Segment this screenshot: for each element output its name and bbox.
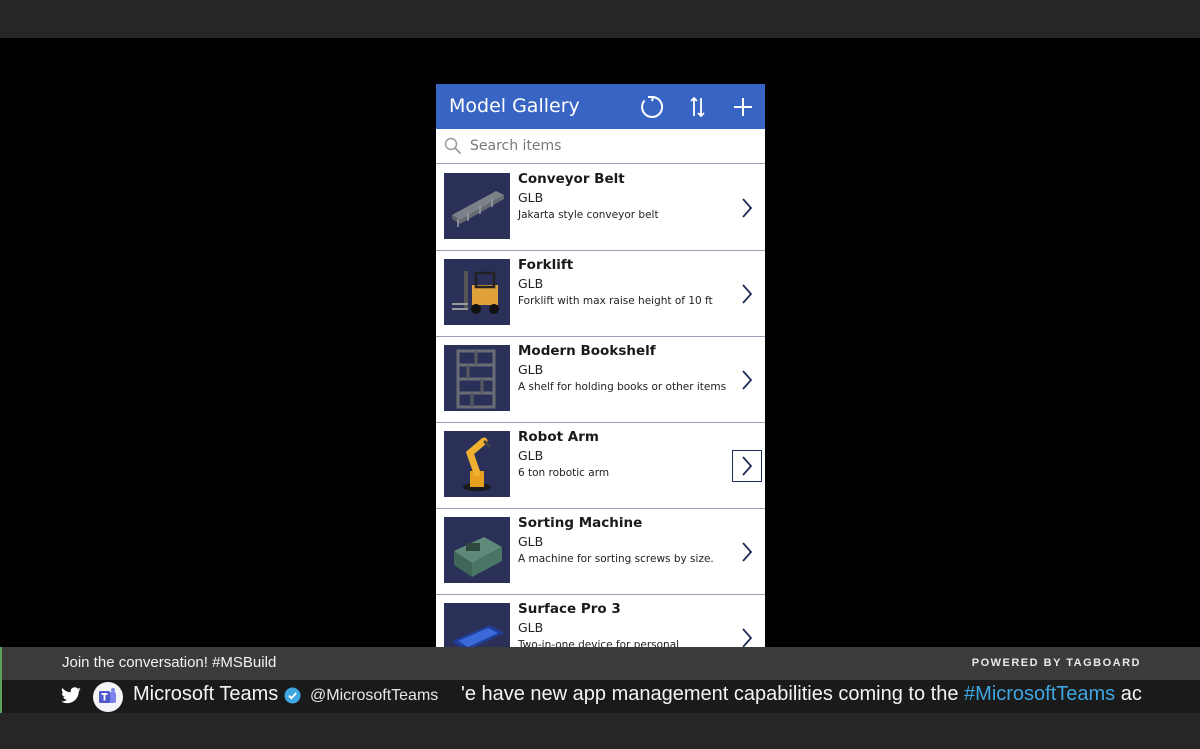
account-handle: @MicrosoftTeams [310,687,439,704]
bottom-letterbox [0,713,1200,749]
add-icon [734,98,752,116]
item-description: 6 ton robotic arm [518,467,610,479]
open-item-button[interactable] [732,450,762,482]
robot-arm-thumbnail [444,431,510,497]
forklift-thumbnail [444,259,510,325]
app-title: Model Gallery [449,95,580,117]
item-type: GLB [518,534,544,549]
search-icon [444,137,462,155]
open-item-button[interactable] [732,622,762,647]
refresh-button[interactable] [637,92,667,122]
sorting-machine-thumbnail [444,517,510,583]
list-item[interactable]: Surface Pro 3 GLB Two-in-one device for … [436,595,765,647]
surface-pro-thumbnail [444,603,510,647]
app-frame: Model Gallery Conveyor Belt GLB Jakarta … [436,84,765,647]
item-title: Modern Bookshelf [518,343,656,359]
teams-logo-icon [99,688,116,703]
open-item-button[interactable] [732,278,762,310]
search-input[interactable] [470,133,750,159]
ticker-hashtag[interactable]: #MicrosoftTeams [964,683,1115,705]
list-item[interactable]: Modern Bookshelf GLB A shelf for holding… [436,337,765,423]
chevron-right-icon [742,628,753,647]
refresh-icon [641,95,664,118]
conveyor-belt-thumbnail [444,173,510,239]
search-bar [436,129,765,164]
ticker-viewport: 'e have new app management capabilities … [457,680,1144,713]
sort-button[interactable] [683,92,713,122]
item-title: Surface Pro 3 [518,601,621,617]
verified-badge-icon [284,687,301,704]
join-conversation-text: Join the conversation! #MSBuild [62,654,277,671]
item-title: Forklift [518,257,574,273]
item-title: Robot Arm [518,429,599,445]
item-type: GLB [518,190,544,205]
chevron-right-icon [742,542,753,562]
social-ticker: Microsoft Teams @MicrosoftTeams 'e have … [0,680,1200,713]
list-item[interactable]: Robot Arm GLB 6 ton robotic arm [436,423,765,509]
open-item-button[interactable] [732,536,762,568]
open-item-button[interactable] [732,364,762,396]
bookshelf-thumbnail [444,345,510,411]
chevron-right-icon [742,284,753,304]
item-description: A shelf for holding books or other items [518,381,727,393]
item-type: GLB [518,276,544,291]
ticker-prefix: 'e have new app management capabilities … [461,683,965,705]
powered-by-label: POWERED BY TAGBOARD [971,657,1141,669]
ticker-suffix: ac [1115,683,1142,705]
chevron-right-icon [742,370,753,390]
ticker-text: 'e have new app management capabilities … [461,683,1142,706]
list-item[interactable]: Sorting Machine GLB A machine for sortin… [436,509,765,595]
model-list: Conveyor Belt GLB Jakarta style conveyor… [436,165,765,647]
item-title: Conveyor Belt [518,171,625,187]
account-avatar [93,682,123,712]
list-item[interactable]: Conveyor Belt GLB Jakarta style conveyor… [436,165,765,251]
sort-icon [690,96,705,118]
list-item[interactable]: Forklift GLB Forklift with max raise hei… [436,251,765,337]
chevron-right-icon [742,198,753,218]
item-description: A machine for sorting screws by size. [518,553,714,565]
open-item-button[interactable] [732,192,762,224]
chevron-right-icon [742,456,753,476]
item-type: GLB [518,620,544,635]
item-type: GLB [518,448,544,463]
item-description: Forklift with max raise height of 10 ft [518,295,713,307]
item-title: Sorting Machine [518,515,643,531]
item-description: Jakarta style conveyor belt [518,209,659,221]
item-description: Two-in-one device for personal [518,639,680,647]
account-name: Microsoft Teams [133,683,279,705]
tagboard-header: Join the conversation! #MSBuild POWERED … [0,647,1200,680]
twitter-icon [61,687,81,704]
item-type: GLB [518,362,544,377]
top-letterbox [0,0,1200,38]
add-button[interactable] [728,92,758,122]
app-header: Model Gallery [436,84,765,129]
